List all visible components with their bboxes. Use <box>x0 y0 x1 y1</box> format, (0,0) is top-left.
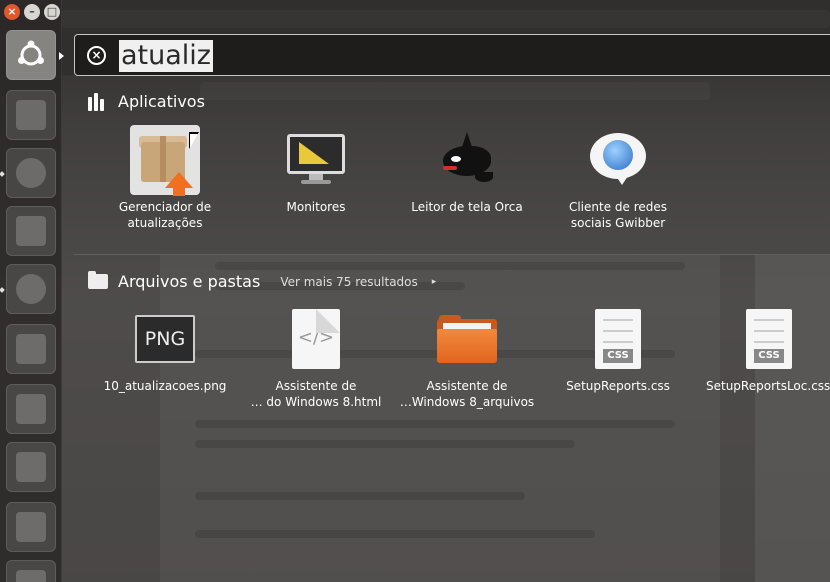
gwibber-globe-icon <box>583 125 653 195</box>
running-indicator <box>0 287 5 293</box>
launcher-item-calc[interactable] <box>6 384 56 434</box>
css-icon-text: CSS <box>754 349 784 363</box>
window-controls: × – □ <box>4 4 60 20</box>
software-center-icon <box>16 512 46 542</box>
app-result-displays[interactable]: Monitores <box>241 125 391 215</box>
workspace-switcher-icon <box>16 570 46 582</box>
dash-home-icon <box>18 40 44 66</box>
libreoffice-writer-icon <box>16 334 46 364</box>
orca-screen-reader-icon <box>432 125 502 195</box>
file-label: 10_atualizacoes.png <box>103 379 227 393</box>
app-label: Gerenciador de <box>118 200 212 214</box>
file-result-html[interactable]: </> Assistente de … do Windows 8.html <box>241 304 391 410</box>
launcher-item-writer[interactable] <box>6 324 56 374</box>
file-label: Assistente de <box>426 379 508 393</box>
launcher-item-impress[interactable] <box>6 442 56 492</box>
applications-icon <box>88 92 108 111</box>
firefox-browser-icon <box>16 274 46 304</box>
applications-section-header: Aplicativos <box>88 92 205 111</box>
search-input[interactable]: atualiz <box>119 40 213 72</box>
maximize-window-button[interactable]: □ <box>44 4 60 20</box>
files-section-header: Arquivos e pastas Ver mais 75 resultados… <box>88 271 437 291</box>
file-label: Assistente de <box>275 379 357 393</box>
file-result-folder[interactable]: Assistente de …Windows 8_arquivos <box>392 304 542 410</box>
app-label: atualizações <box>127 216 203 230</box>
mouse-pointer-fill <box>190 134 198 148</box>
app-label: Cliente de redes <box>568 200 668 214</box>
file-label: … do Windows 8.html <box>250 395 382 409</box>
app-label: Leitor de tela Orca <box>411 200 523 214</box>
running-indicator <box>0 171 5 177</box>
app-result-orca[interactable]: Leitor de tela Orca <box>392 125 542 215</box>
libreoffice-calc-icon <box>16 394 46 424</box>
app-result-gwibber[interactable]: Cliente de redes sociais Gwibber <box>543 125 693 231</box>
chromium-browser-icon <box>16 158 46 188</box>
file-result-css-2[interactable]: CSS SetupReportsLoc.css <box>694 304 830 394</box>
app-label: sociais Gwibber <box>570 216 666 230</box>
css-file-icon: CSS <box>734 304 804 374</box>
launcher: × – □ <box>0 0 64 582</box>
section-divider <box>74 254 830 255</box>
launcher-item-workspaces[interactable] <box>6 560 56 582</box>
html-document-icon: </> <box>281 304 351 374</box>
screenshot-camera-icon <box>16 100 46 130</box>
active-launcher-arrow <box>59 52 64 60</box>
file-label: SetupReportsLoc.css <box>706 379 830 393</box>
css-icon-text: CSS <box>603 349 633 363</box>
app-result-update-manager[interactable]: Gerenciador de atualizações <box>90 125 240 231</box>
html-icon-text: </> <box>297 327 335 348</box>
folder-icon <box>88 271 108 289</box>
dash-search-bar[interactable]: × atualiz <box>74 34 830 76</box>
clear-search-icon[interactable]: × <box>87 46 106 65</box>
files-folder-icon <box>16 216 46 246</box>
launcher-item-screenshot[interactable] <box>6 90 56 140</box>
minimize-window-button[interactable]: – <box>24 4 40 20</box>
libreoffice-impress-icon <box>16 452 46 482</box>
close-window-button[interactable]: × <box>4 4 20 20</box>
see-more-arrow-icon[interactable]: ▸ <box>432 277 437 287</box>
launcher-item-files[interactable] <box>6 206 56 256</box>
dash-overlay <box>62 0 830 582</box>
file-result-png[interactable]: PNG 10_atualizacoes.png <box>90 304 240 394</box>
file-result-css-1[interactable]: CSS SetupReports.css <box>543 304 693 394</box>
displays-monitor-icon <box>281 125 351 195</box>
applications-title: Aplicativos <box>118 92 205 111</box>
css-file-icon: CSS <box>583 304 653 374</box>
dash-home-button[interactable] <box>6 30 56 80</box>
launcher-item-software-center[interactable] <box>6 502 56 552</box>
files-title: Arquivos e pastas <box>118 272 261 291</box>
see-more-results-link[interactable]: Ver mais 75 resultados <box>280 275 417 289</box>
launcher-item-chromium[interactable] <box>6 148 56 198</box>
png-image-icon: PNG <box>130 304 200 374</box>
orange-folder-icon <box>432 304 502 374</box>
app-label: Monitores <box>286 200 346 214</box>
launcher-item-firefox[interactable] <box>6 264 56 314</box>
file-label: …Windows 8_arquivos <box>399 395 535 409</box>
png-icon-text: PNG <box>135 315 195 363</box>
file-label: SetupReports.css <box>566 379 670 393</box>
